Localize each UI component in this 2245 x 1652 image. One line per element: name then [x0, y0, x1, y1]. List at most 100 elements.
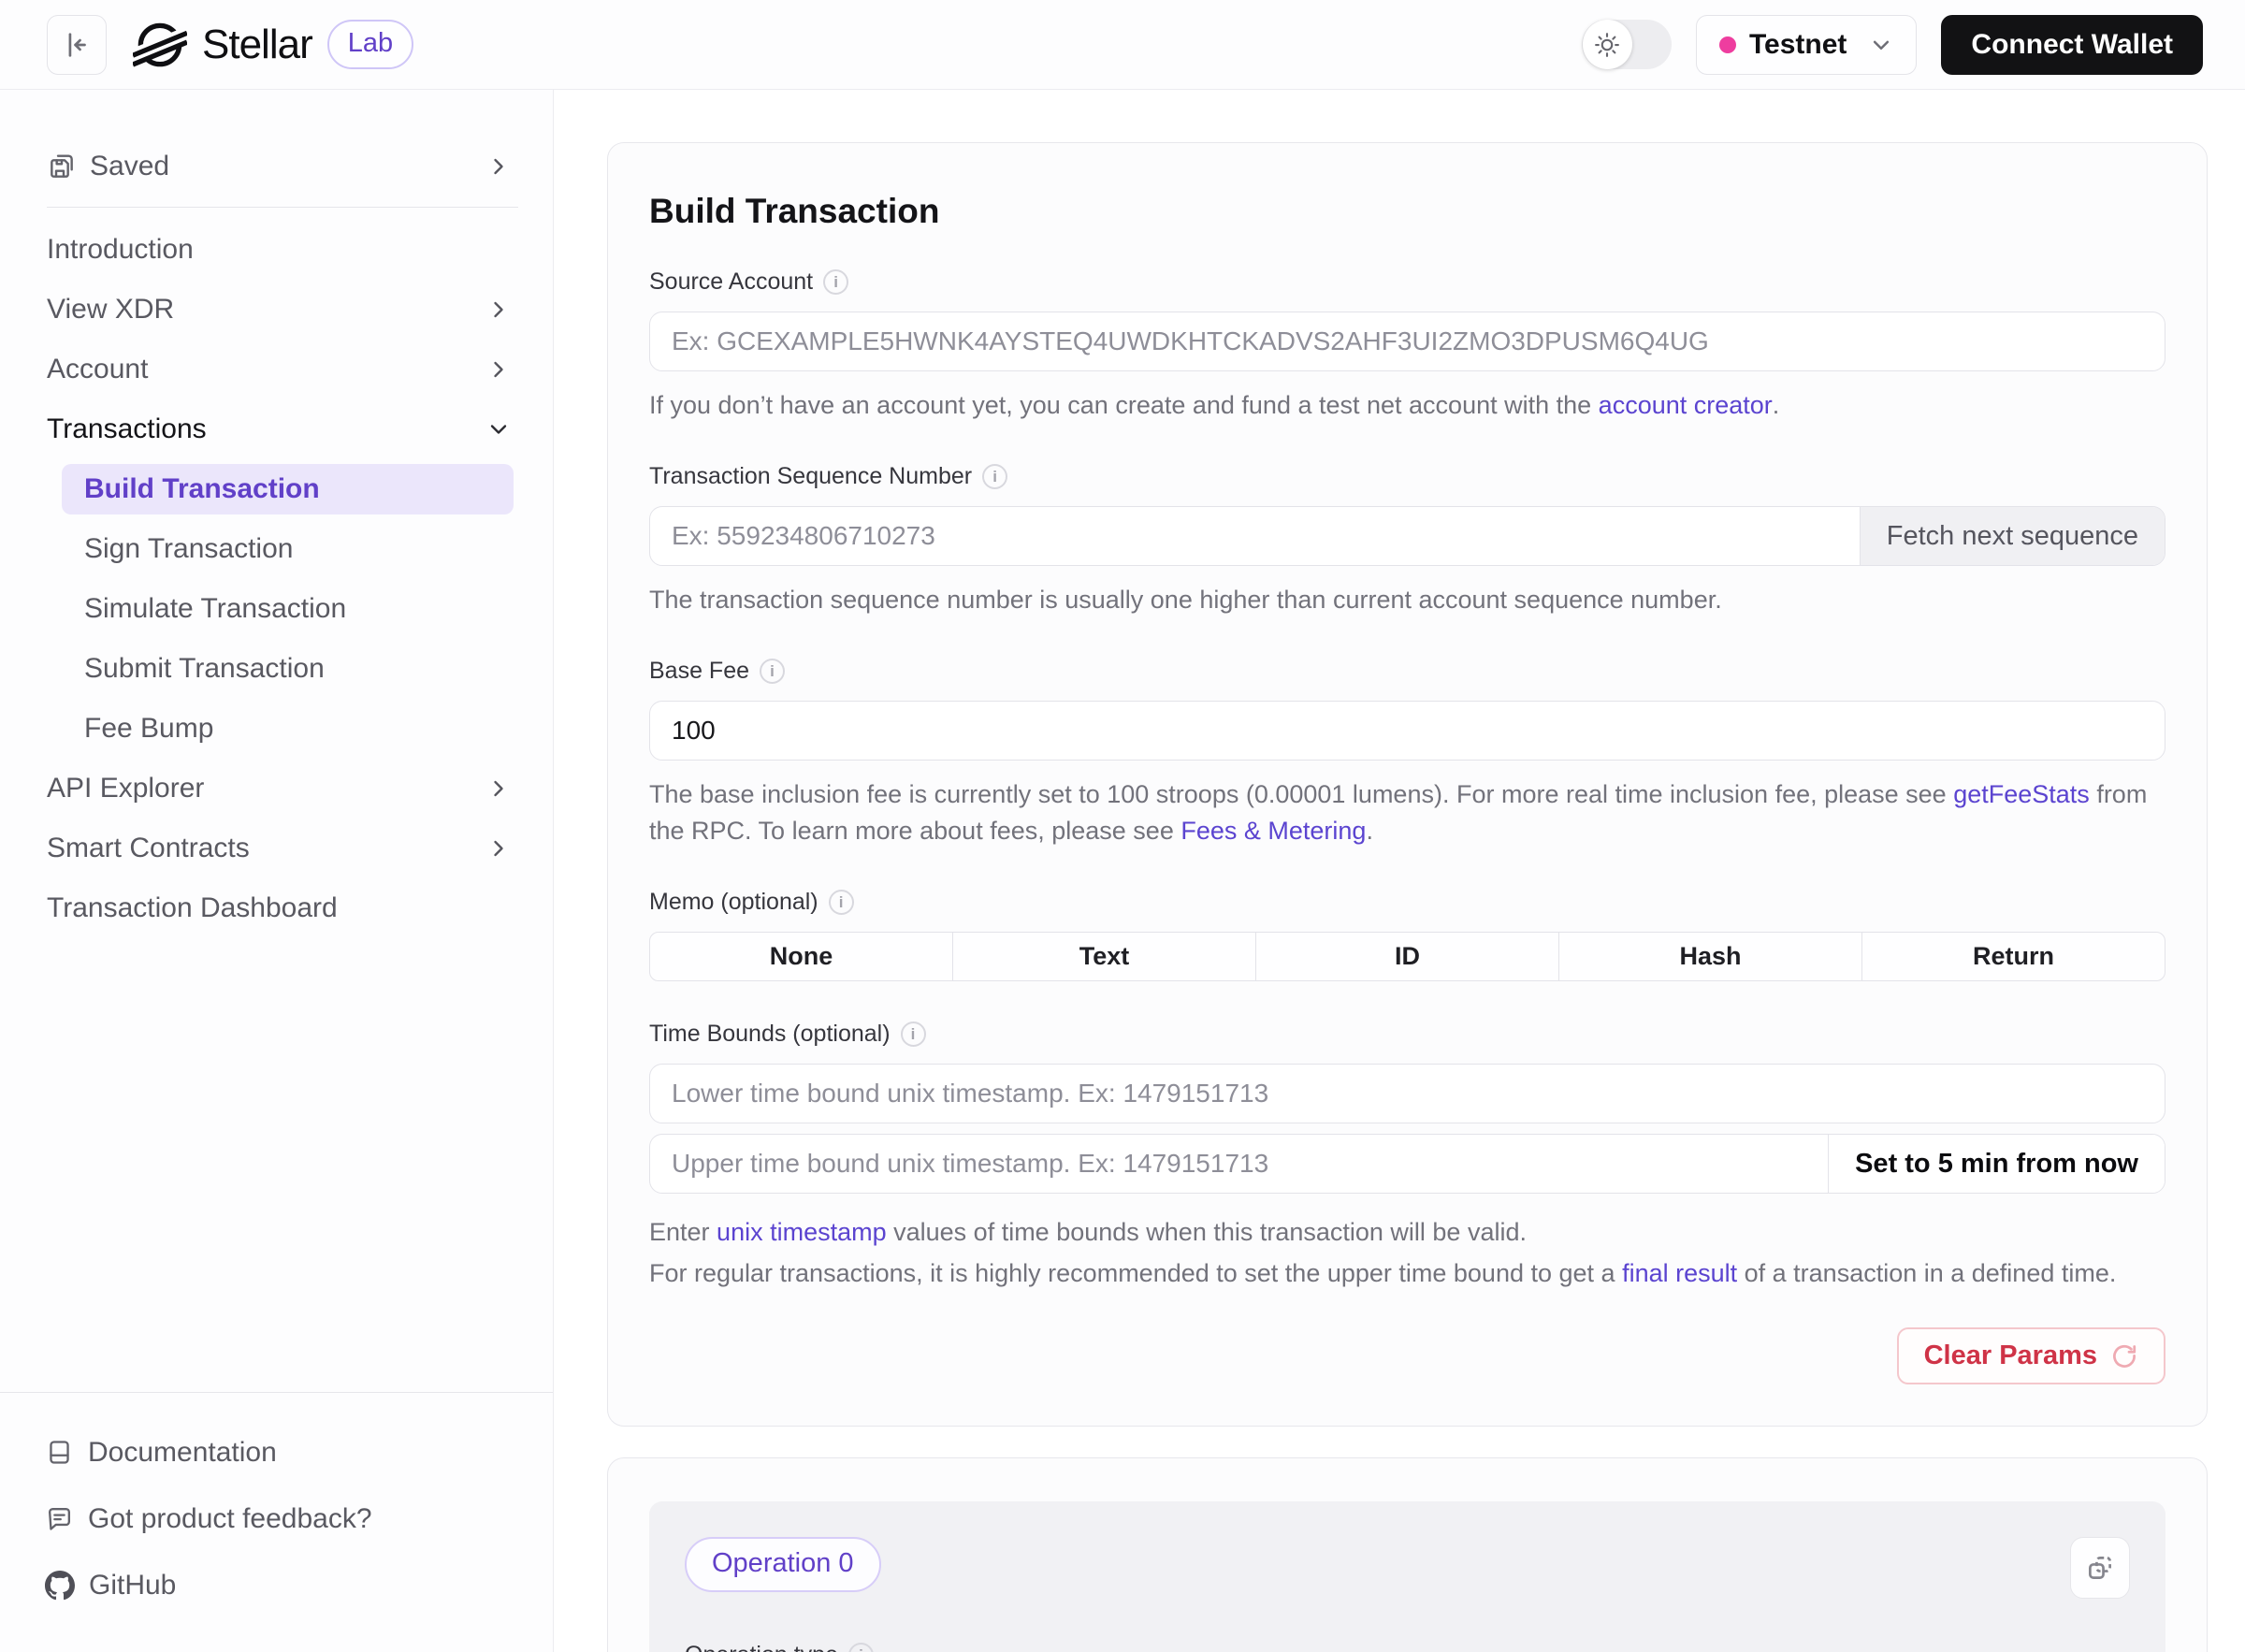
- memo-field: Memo (optional) i None Text ID Hash Retu…: [649, 889, 2165, 981]
- sidebar-item-smart-contracts[interactable]: Smart Contracts: [0, 819, 553, 878]
- sidebar-item-label: View XDR: [47, 294, 174, 326]
- main-content: Build Transaction Source Account i If yo…: [555, 90, 2245, 1652]
- memo-tab-none[interactable]: None: [650, 933, 952, 980]
- github-icon: [45, 1571, 75, 1601]
- chevron-right-icon: [485, 297, 512, 323]
- sidebar-item-transaction-dashboard[interactable]: Transaction Dashboard: [0, 878, 553, 938]
- sidebar-item-label: Build Transaction: [84, 473, 320, 505]
- final-result-link[interactable]: final result: [1622, 1259, 1737, 1287]
- time-bounds-field: Time Bounds (optional) i Set to 5 min fr…: [649, 1021, 2165, 1292]
- brand-name: Stellar: [202, 22, 312, 68]
- theme-toggle-knob: [1583, 20, 1632, 69]
- sidebar-item-github[interactable]: GitHub: [0, 1552, 553, 1618]
- chevron-right-icon: [485, 775, 512, 802]
- sidebar-item-build-transaction[interactable]: Build Transaction: [62, 464, 514, 514]
- chevron-right-icon: [485, 835, 512, 862]
- sidebar-item-view-xdr[interactable]: View XDR: [0, 280, 553, 340]
- operation-panel: Operation 0 Operation type i Select oper…: [649, 1501, 2165, 1652]
- sequence-input[interactable]: [650, 507, 1860, 565]
- sidebar-item-label: Sign Transaction: [84, 533, 293, 565]
- time-bounds-label: Time Bounds (optional): [649, 1021, 891, 1048]
- time-bounds-helper-1: Enter unix timestamp values of time boun…: [649, 1214, 2165, 1251]
- info-icon[interactable]: i: [901, 1022, 926, 1047]
- info-icon[interactable]: i: [848, 1643, 874, 1652]
- lab-badge: Lab: [327, 20, 413, 69]
- sidebar-item-feedback[interactable]: Got product feedback?: [0, 1485, 553, 1552]
- source-account-field: Source Account i If you don’t have an ac…: [649, 268, 2165, 424]
- memo-tab-hash[interactable]: Hash: [1558, 933, 1861, 980]
- lower-time-bound-input[interactable]: [650, 1065, 2165, 1123]
- sidebar-item-transactions[interactable]: Transactions: [0, 399, 553, 459]
- sidebar-item-sign-transaction[interactable]: Sign Transaction: [0, 519, 553, 579]
- fees-metering-link[interactable]: Fees & Metering: [1180, 817, 1366, 845]
- get-fee-stats-link[interactable]: getFeeStats: [1953, 780, 2090, 808]
- theme-toggle[interactable]: [1582, 20, 1672, 69]
- connect-wallet-button[interactable]: Connect Wallet: [1941, 15, 2203, 75]
- chevron-down-icon: [1867, 31, 1895, 59]
- time-bounds-helper-2: For regular transactions, it is highly r…: [649, 1255, 2165, 1292]
- app-header: Stellar Lab Testnet Connect Wallet: [0, 0, 2245, 90]
- sidebar-item-simulate-transaction[interactable]: Simulate Transaction: [0, 579, 553, 639]
- account-creator-link[interactable]: account creator: [1599, 391, 1773, 419]
- chevron-right-icon: [485, 356, 512, 383]
- sidebar-item-label: Transactions: [47, 413, 207, 445]
- feedback-bubble-icon: [45, 1504, 74, 1533]
- memo-tab-group: None Text ID Hash Return: [649, 932, 2165, 981]
- operation-badge[interactable]: Operation 0: [685, 1537, 881, 1592]
- operation-type-label: Operation type: [685, 1642, 838, 1652]
- brand[interactable]: Stellar Lab: [133, 18, 413, 72]
- duplicate-operation-button[interactable]: [2070, 1537, 2130, 1599]
- chevron-right-icon: [485, 153, 512, 180]
- book-icon: [45, 1438, 74, 1467]
- info-icon[interactable]: i: [760, 659, 785, 684]
- base-fee-label: Base Fee: [649, 658, 749, 685]
- sidebar-divider: [47, 207, 518, 208]
- network-name: Testnet: [1749, 29, 1847, 61]
- base-fee-input[interactable]: [650, 702, 2165, 760]
- upper-time-bound-input[interactable]: [650, 1135, 1828, 1193]
- sidebar-item-label: GitHub: [89, 1570, 176, 1601]
- sidebar-item-label: Got product feedback?: [88, 1503, 372, 1535]
- sidebar-item-api-explorer[interactable]: API Explorer: [0, 759, 553, 819]
- sidebar-item-fee-bump[interactable]: Fee Bump: [0, 699, 553, 759]
- info-icon[interactable]: i: [829, 890, 854, 915]
- stellar-logo-icon: [133, 18, 187, 72]
- sidebar-item-documentation[interactable]: Documentation: [0, 1419, 553, 1485]
- memo-label: Memo (optional): [649, 889, 818, 916]
- sidebar-item-introduction[interactable]: Introduction: [0, 220, 553, 280]
- save-icon: [47, 152, 77, 181]
- sidebar-item-submit-transaction[interactable]: Submit Transaction: [0, 639, 553, 699]
- collapse-sidebar-button[interactable]: [47, 15, 107, 75]
- refresh-icon: [2110, 1342, 2138, 1370]
- sidebar-item-label: Saved: [90, 151, 169, 182]
- sun-icon: [1593, 31, 1621, 59]
- operations-card: Operation 0 Operation type i Select oper…: [607, 1457, 2208, 1652]
- clear-params-label: Clear Params: [1924, 1340, 2097, 1371]
- info-icon[interactable]: i: [982, 464, 1007, 489]
- base-fee-field: Base Fee i The base inclusion fee is cur…: [649, 658, 2165, 849]
- clear-params-button[interactable]: Clear Params: [1897, 1327, 2165, 1384]
- copy-icon: [2084, 1552, 2116, 1584]
- sidebar-item-label: Simulate Transaction: [84, 593, 346, 625]
- fetch-next-sequence-button[interactable]: Fetch next sequence: [1860, 507, 2165, 565]
- memo-tab-id[interactable]: ID: [1255, 933, 1558, 980]
- sidebar-item-saved[interactable]: Saved: [0, 137, 553, 196]
- sidebar-item-account[interactable]: Account: [0, 340, 553, 399]
- sequence-helper: The transaction sequence number is usual…: [649, 582, 2165, 618]
- memo-tab-return[interactable]: Return: [1861, 933, 2165, 980]
- sidebar-item-label: Smart Contracts: [47, 833, 250, 864]
- info-icon[interactable]: i: [823, 269, 848, 295]
- source-account-helper: If you don’t have an account yet, you ca…: [649, 387, 2165, 424]
- unix-timestamp-link[interactable]: unix timestamp: [717, 1218, 887, 1246]
- set-5-min-button[interactable]: Set to 5 min from now: [1828, 1135, 2165, 1193]
- network-selector[interactable]: Testnet: [1696, 15, 1917, 75]
- sidebar-footer: Documentation Got product feedback? GitH…: [0, 1392, 553, 1652]
- memo-tab-text[interactable]: Text: [952, 933, 1255, 980]
- sequence-field: Transaction Sequence Number i Fetch next…: [649, 463, 2165, 618]
- source-account-input[interactable]: [650, 312, 2165, 370]
- base-fee-helper: The base inclusion fee is currently set …: [649, 776, 2165, 849]
- page-title: Build Transaction: [649, 192, 2165, 231]
- sequence-label: Transaction Sequence Number: [649, 463, 972, 490]
- sidebar-item-label: Fee Bump: [84, 713, 213, 745]
- chevron-down-icon: [485, 416, 512, 442]
